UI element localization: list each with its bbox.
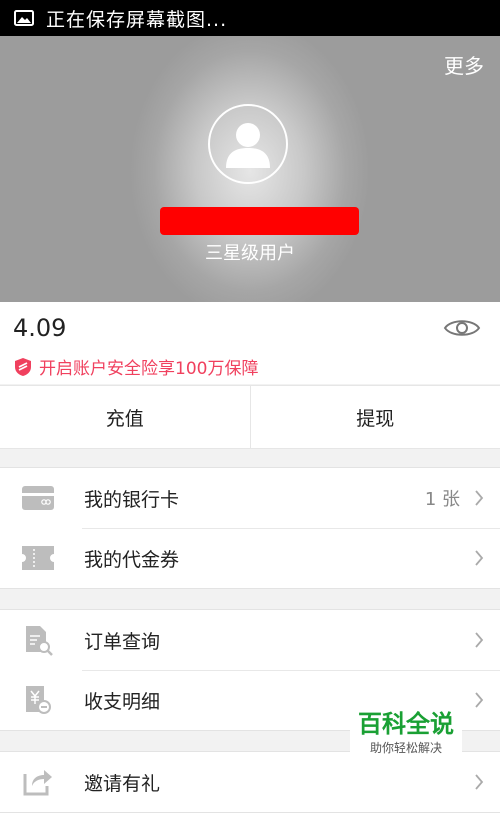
user-level: 三星级用户 [0,239,500,265]
bank-card-label: 我的银行卡 [84,485,425,512]
screenshot-icon [14,10,34,26]
withdraw-button[interactable]: 提现 [251,386,500,448]
voucher-icon [22,542,54,574]
balance-amount: 4.09 [13,314,66,342]
profile-header: 更多 三星级用户 [0,36,500,302]
voucher-label: 我的代金券 [84,545,474,572]
order-search-icon [22,624,54,656]
user-icon [222,118,274,170]
bank-card-icon [22,482,54,514]
username-redacted [160,207,359,235]
menu-item-voucher[interactable]: 我的代金券 [0,528,500,588]
invite-label: 邀请有礼 [84,769,474,796]
share-icon [22,766,54,798]
recharge-button[interactable]: 充值 [0,386,250,448]
watermark-subtitle: 助你轻松解决 [350,740,462,756]
menu-item-bank-card[interactable]: 我的银行卡 1 张 [0,468,500,528]
eye-icon[interactable] [443,316,481,340]
more-button[interactable]: 更多 [444,50,484,79]
menu-item-orders[interactable]: 订单查询 [0,610,500,670]
avatar[interactable] [208,104,288,184]
action-bar: 充值 提现 [0,385,500,449]
menu-group-cards: 我的银行卡 1 张 我的代金券 [0,467,500,589]
bank-card-count: 1 张 [425,485,460,511]
yuan-receipt-icon [22,684,54,716]
chevron-right-icon [474,692,484,708]
watermark-title: 百科全说 [350,708,462,740]
balance-section: 4.09 开启账户安全险享100万保障 [0,302,500,384]
chevron-right-icon [474,490,484,506]
chevron-right-icon [474,774,484,790]
chevron-right-icon [474,550,484,566]
chevron-right-icon [474,632,484,648]
security-insurance-link[interactable]: 开启账户安全险享100万保障 [13,354,258,379]
status-bar: 正在保存屏幕截图... [0,0,500,36]
orders-label: 订单查询 [84,627,474,654]
shield-icon [13,357,33,377]
security-text: 开启账户安全险享100万保障 [39,354,258,379]
status-text: 正在保存屏幕截图... [46,5,227,32]
watermark-logo: 百科全说 助你轻松解决 [350,708,462,766]
